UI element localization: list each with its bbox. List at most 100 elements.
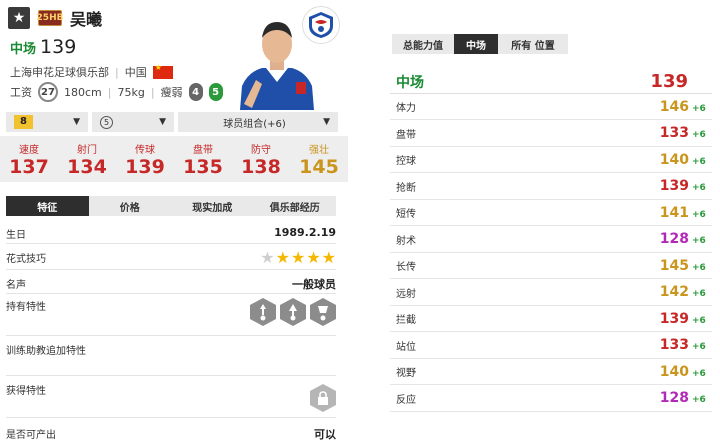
strong-foot-badge: 5 [208,83,223,101]
tab-overall[interactable]: 总能力值 [392,34,454,54]
player-name: 吴曦 [70,10,103,29]
body-type: 瘦弱 [160,86,183,99]
attribute-name: 远射 [396,288,416,300]
caret-down-icon: ▼ [73,117,80,127]
club-name: 上海申花足球俱乐部 [10,66,109,79]
stat-shooting: 射门 134 [58,136,116,182]
attribute-value-group: 128 +6 [660,390,712,406]
attribute-value: 128 [659,390,689,406]
attribute-bonus: +6 [692,289,706,299]
attribute-row: 盘带 133 +6 [390,121,712,147]
attributes-panel: 总能力值 中场 所有 位置 中场 139 体力 146 +6 盘带 133 +6 控球 140… [390,0,720,444]
birthday-row: 生日 1989.2.19 [6,222,336,244]
coach-traits-row: 训练助教追加特性 [6,338,336,376]
player-info-panel: ★ 25HB 吴曦 中场 139 上海申花足球俱乐部 | 中国 工资 27 18… [0,0,348,444]
attribute-row: 站位 133 +6 [390,333,712,359]
attribute-value: 133 [659,337,689,353]
favorite-star-icon[interactable]: ★ [8,7,30,29]
season-badge: 25HB [37,10,63,26]
tab-all-positions[interactable]: 所有 位置 [498,34,568,54]
reputation-row: 名声 一般球员 [6,272,336,294]
stat-value: 139 [125,155,165,178]
acquire-traits-row: 获得特性 [6,378,336,418]
attribute-row: 拦截 139 +6 [390,306,712,332]
attribute-bonus: +6 [692,183,706,193]
position-label: 中场 [10,42,37,57]
attribute-bonus: +6 [692,209,706,220]
tab-midfield[interactable]: 中场 [454,34,498,54]
attribute-name: 射术 [396,235,416,247]
stat-label: 盘带 [193,144,213,156]
star-icon: ★ [290,248,306,267]
tab-price[interactable]: 价格 [89,196,172,216]
lock-icon[interactable] [310,384,336,412]
caret-down-icon: ▼ [323,117,330,127]
height-value: 180cm [64,85,102,99]
level-selector[interactable]: 8 ▼ [6,112,88,132]
attribute-value: 128 [659,231,689,247]
stat-value: 145 [299,155,339,178]
wage-label: 工资 [10,86,32,99]
tab-real-bonus[interactable]: 现实加成 [171,196,254,216]
attribute-bonus: +6 [692,342,706,352]
upgrade-selector[interactable]: 5 ▼ [92,112,174,132]
star-icon: ★ [306,248,321,267]
attribute-bonus: +6 [692,236,706,246]
attribute-value: 145 [659,257,689,274]
wage-value: 27 [38,82,58,102]
attribute-row: 体力 146 +6 [390,94,712,120]
trait-icon[interactable] [250,298,276,326]
birthday-label: 生日 [6,230,26,241]
stat-label: 防守 [251,144,271,156]
stat-physical: 强壮 145 [290,136,348,182]
attribute-row: 抢断 139 +6 [390,174,712,200]
detail-tabs: 特征 价格 现实加成 俱乐部经历 [6,196,336,216]
position-ovr: 中场 139 [10,36,76,58]
china-flag-icon [152,63,173,79]
trait-icon[interactable] [310,298,336,326]
summary-stats: 速度 137 射门 134 传球 139 盘带 135 防守 138 强壮 14… [0,136,348,182]
coach-traits-label: 训练助教追加特性 [6,346,86,357]
attribute-value-group: 145 +6 [660,258,712,274]
attribute-bonus: +6 [692,315,706,326]
divider: | [150,85,155,99]
tab-club-history[interactable]: 俱乐部经历 [254,196,337,216]
traits-row: 持有特性 [6,294,336,336]
skill-row: 花式技巧 ★ ★ ★ ★ ★ [6,246,336,270]
attribute-name: 体力 [396,103,416,114]
player-title-bar: ★ 25HB 吴曦 [8,6,102,30]
physical-info: 工资 27 180cm | 75kg | 瘦弱 4 5 [10,82,223,102]
skill-label: 花式技巧 [6,254,46,265]
player-detail-page: ★ 25HB 吴曦 中场 139 上海申花足球俱乐部 | 中国 工资 27 18… [0,0,720,444]
stat-value: 135 [183,155,223,178]
attribute-row: 远射 142 +6 [390,280,712,306]
attribute-row: 视野 140 +6 [390,359,712,385]
attribute-name: 短传 [396,209,416,220]
chemistry-selector[interactable]: 球员组合(+6) ▼ [178,112,338,132]
acquire-traits-label: 获得特性 [6,386,46,397]
chemistry-label: 球员组合(+6) [223,118,286,130]
attribute-bonus: +6 [692,156,706,167]
birthday-value: 1989.2.19 [274,226,336,239]
attribute-value: 139 [659,310,689,327]
tab-traits[interactable]: 特征 [6,196,89,216]
attribute-bonus: +6 [692,103,706,114]
stat-value: 137 [9,155,49,178]
skill-stars: ★ ★ ★ ★ ★ [260,250,336,266]
stat-value: 138 [241,155,281,178]
attribute-value: 140 [659,363,689,380]
nation-name: 中国 [124,66,147,79]
attribute-value: 146 [659,98,689,115]
attribute-value-group: 139 +6 [660,178,712,194]
attribute-bonus: +6 [692,262,706,273]
attribute-value-group: 128 +6 [660,231,712,247]
trait-icon[interactable] [280,298,306,326]
reputation-value: 一般球员 [292,278,336,291]
attribute-value-group: 140 +6 [660,364,712,380]
stat-label: 速度 [19,144,39,156]
divider: | [115,65,119,79]
stat-passing: 传球 139 [116,136,174,182]
star-icon: ★ [260,248,275,267]
attribute-value-group: 142 +6 [660,284,712,300]
attribute-bonus: +6 [692,368,706,379]
